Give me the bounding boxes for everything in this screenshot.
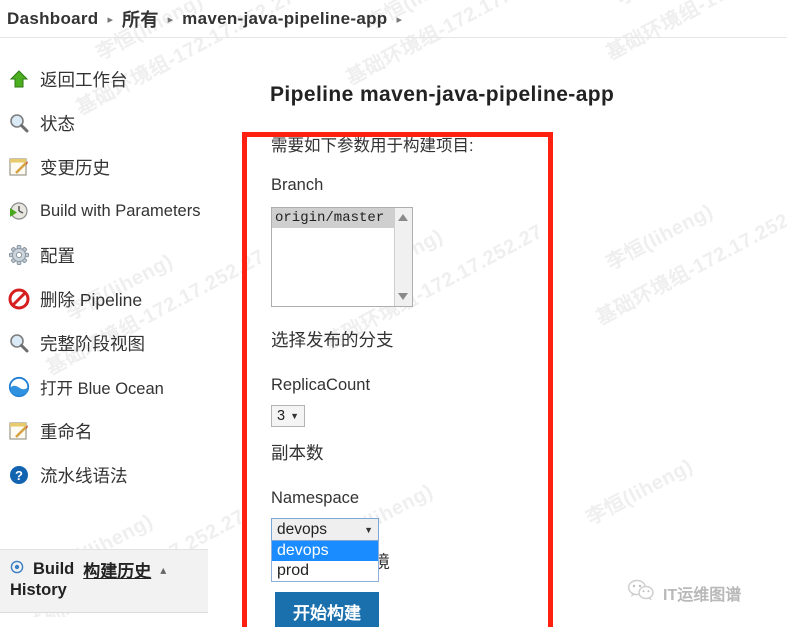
namespace-option-list[interactable]: devops prod — [271, 541, 379, 582]
namespace-select-button[interactable]: devops ▼ — [271, 518, 379, 541]
watermark-text: 基础环境组-172.17.252.27 — [592, 195, 787, 330]
chevron-down-icon: ▼ — [290, 411, 299, 421]
gear-icon — [8, 244, 30, 266]
sidebar-item-label: 返回工作台 — [40, 69, 128, 90]
build-history-header[interactable]: Build 构建历史 ▴ — [10, 557, 166, 582]
breadcrumb-item-dashboard[interactable]: Dashboard — [7, 9, 99, 29]
sidebar: 返回工作台 状态 变更历史 Build with Parameters 配置 删… — [0, 44, 235, 627]
sidebar-item-label: 删除 Pipeline — [40, 289, 143, 310]
chevron-up-icon[interactable]: ▴ — [160, 563, 166, 577]
replica-count-select[interactable]: 3 ▼ — [271, 405, 305, 427]
build-history-status-icon — [10, 560, 24, 579]
branch-listbox[interactable]: origin/master — [271, 207, 413, 307]
build-history-title-en-2: History — [10, 581, 67, 599]
page-title: Pipeline maven-java-pipeline-app — [270, 83, 615, 106]
build-history-bottom-strip — [0, 617, 208, 627]
branch-option-list[interactable]: origin/master — [272, 208, 394, 306]
breadcrumb-item-all[interactable]: 所有 — [122, 6, 159, 32]
sidebar-item-change-history[interactable]: 变更历史 — [8, 154, 230, 180]
start-build-button[interactable]: 开始构建 — [275, 592, 379, 627]
notepad-pencil-icon — [8, 420, 30, 442]
scroll-down-arrow-icon[interactable] — [398, 293, 408, 300]
sidebar-item-label: 流水线语法 — [40, 465, 128, 486]
up-arrow-icon — [8, 68, 30, 90]
namespace-dropdown[interactable]: devops ▼ devops prod — [271, 518, 379, 582]
namespace-selected-value: devops — [277, 520, 327, 538]
brand-name: IT运维图谱 — [663, 586, 742, 604]
branch-label: Branch — [271, 176, 324, 194]
breadcrumb-separator-icon: ▸ — [167, 13, 174, 26]
namespace-option-devops[interactable]: devops — [272, 541, 378, 561]
sidebar-item-label: 完整阶段视图 — [40, 333, 145, 354]
branch-option-selected[interactable]: origin/master — [272, 208, 394, 228]
build-history-title-en: Build — [33, 560, 75, 578]
sidebar-item-label: 重命名 — [40, 421, 93, 442]
sidebar-item-open-blue-ocean[interactable]: 打开 Blue Ocean — [8, 374, 230, 400]
screenshot-root: 李恒(liheng) 基础环境组-172.17.252.27 李恒(liheng… — [0, 0, 787, 627]
sidebar-item-delete-pipeline[interactable]: 删除 Pipeline — [8, 286, 230, 312]
chevron-down-icon: ▼ — [364, 524, 373, 535]
breadcrumb[interactable]: Dashboard ▸ 所有 ▸ maven-java-pipeline-app… — [0, 0, 787, 38]
blue-ocean-icon — [8, 376, 30, 398]
sidebar-item-label: 打开 Blue Ocean — [40, 380, 164, 398]
sidebar-item-status[interactable]: 状态 — [8, 110, 230, 136]
parameters-note: 需要如下参数用于构建项目: — [271, 137, 474, 155]
watermark-text: 李恒(liheng) — [602, 200, 717, 275]
no-entry-icon — [8, 288, 30, 310]
question-mark-icon: ? — [8, 464, 30, 486]
clock-play-icon — [8, 200, 30, 222]
sidebar-item-label: 变更历史 — [40, 157, 110, 178]
breadcrumb-item-project[interactable]: maven-java-pipeline-app — [182, 9, 387, 29]
build-history-title-cn[interactable]: 构建历史 — [83, 557, 151, 582]
branch-listbox-scrollbar[interactable] — [394, 208, 412, 306]
branch-description: 选择发布的分支 — [271, 330, 394, 350]
breadcrumb-separator-icon: ▸ — [396, 13, 402, 26]
svg-text:?: ? — [15, 468, 23, 483]
sidebar-item-label: 配置 — [40, 245, 75, 266]
replica-count-description: 副本数 — [271, 443, 324, 463]
sidebar-item-label: Build with Parameters — [40, 201, 201, 220]
namespace-option-prod[interactable]: prod — [272, 561, 378, 581]
build-history-panel[interactable]: Build 构建历史 ▴ History — [0, 549, 208, 613]
magnifier-icon — [8, 112, 30, 134]
brand-logo: IT运维图谱 — [627, 578, 741, 607]
sidebar-item-pipeline-syntax[interactable]: ? 流水线语法 — [8, 462, 230, 488]
watermark-text: 李恒(liheng) — [582, 455, 697, 530]
namespace-label: Namespace — [271, 489, 360, 507]
sidebar-item-configure[interactable]: 配置 — [8, 242, 230, 268]
breadcrumb-separator-icon: ▸ — [107, 13, 114, 26]
sidebar-item-full-stage-view[interactable]: 完整阶段视图 — [8, 330, 230, 356]
sidebar-item-back-to-dashboard[interactable]: 返回工作台 — [8, 66, 230, 92]
sidebar-item-rename[interactable]: 重命名 — [8, 418, 230, 444]
sidebar-item-build-with-parameters[interactable]: Build with Parameters — [8, 198, 230, 224]
replica-count-value: 3 — [277, 408, 286, 424]
notepad-pencil-icon — [8, 156, 30, 178]
wechat-icon — [627, 578, 655, 607]
scroll-up-arrow-icon[interactable] — [398, 214, 408, 221]
magnifier-icon — [8, 332, 30, 354]
replica-count-label: ReplicaCount — [271, 376, 371, 394]
sidebar-item-label: 状态 — [40, 113, 75, 134]
